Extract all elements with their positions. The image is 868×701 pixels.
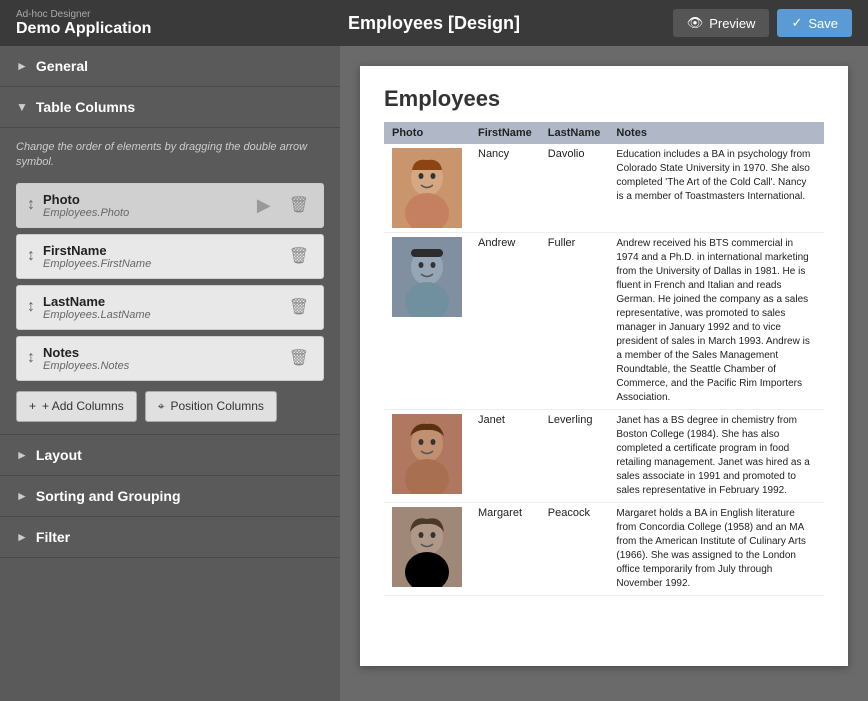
table-row: NancyDavolioEducation includes a BA in p…	[384, 144, 824, 233]
app-subtitle: Ad-hoc Designer	[16, 9, 151, 20]
column-source-notes: Employees.Notes	[43, 360, 277, 372]
chevron-down-icon: ▼	[16, 100, 28, 114]
main-layout: ► General ▼ Table Columns Change the ord…	[0, 46, 868, 701]
top-bar-actions: 👁 Preview ✓ Save	[673, 9, 852, 37]
page-title: Employees [Design]	[348, 13, 520, 34]
column-name-lastname: LastName	[43, 294, 277, 309]
sidebar-item-layout[interactable]: ► Layout	[0, 435, 340, 476]
sidebar-item-filter[interactable]: ► Filter	[0, 517, 340, 558]
drag-hint: Change the order of elements by dragging…	[16, 140, 324, 171]
report-table: Photo FirstName LastName Notes NancyDavo…	[384, 122, 824, 596]
plus-icon: +	[29, 399, 36, 413]
save-button[interactable]: ✓ Save	[777, 9, 852, 37]
delete-notes-button[interactable]: 🗑	[285, 346, 313, 370]
section-actions: + + Add Columns ⌖ Position Columns	[16, 391, 324, 422]
cursor-pointer-icon: ▶	[257, 195, 271, 216]
drag-handle-notes[interactable]: ↕	[27, 349, 35, 367]
sidebar-item-table-columns[interactable]: ▼ Table Columns	[0, 87, 340, 128]
col-header-lastname: LastName	[540, 122, 609, 144]
lastname-cell: Leverling	[540, 410, 609, 503]
sidebar-item-general[interactable]: ► General	[0, 46, 340, 87]
col-header-photo: Photo	[384, 122, 470, 144]
general-label: General	[36, 58, 88, 74]
notes-cell: Janet has a BS degree in chemistry from …	[608, 410, 824, 503]
report-preview: Employees Photo FirstName LastName Notes	[360, 66, 848, 666]
column-info-notes: Notes Employees.Notes	[43, 345, 277, 372]
drag-handle-firstname[interactable]: ↕	[27, 247, 35, 265]
column-row-lastname: ↕ LastName Employees.LastName 🗑	[16, 285, 324, 330]
layout-label: Layout	[36, 447, 82, 463]
chevron-right-icon: ►	[16, 59, 28, 73]
sidebar-item-sorting-grouping[interactable]: ► Sorting and Grouping	[0, 476, 340, 517]
add-columns-button[interactable]: + + Add Columns	[16, 391, 137, 422]
photo-cell	[384, 144, 470, 233]
column-source-firstname: Employees.FirstName	[43, 258, 277, 270]
col-header-firstname: FirstName	[470, 122, 540, 144]
app-title-block: Ad-hoc Designer Demo Application	[16, 9, 151, 38]
lastname-cell: Davolio	[540, 144, 609, 233]
firstname-cell: Janet	[470, 410, 540, 503]
table-columns-label: Table Columns	[36, 99, 135, 115]
column-source-photo: Employees.Photo	[43, 207, 249, 219]
report-title: Employees	[384, 86, 824, 112]
employee-photo	[392, 507, 462, 587]
sorting-grouping-label: Sorting and Grouping	[36, 488, 181, 504]
col-header-notes: Notes	[608, 122, 824, 144]
notes-cell: Andrew received his BTS commercial in 19…	[608, 233, 824, 410]
firstname-cell: Nancy	[470, 144, 540, 233]
table-row: AndrewFullerAndrew received his BTS comm…	[384, 233, 824, 410]
lastname-cell: Peacock	[540, 503, 609, 596]
sidebar: ► General ▼ Table Columns Change the ord…	[0, 46, 340, 701]
app-title: Demo Application	[16, 20, 151, 38]
drag-handle-photo[interactable]: ↕	[27, 196, 35, 214]
employee-photo	[392, 148, 462, 228]
photo-cell	[384, 503, 470, 596]
table-row: JanetLeverlingJanet has a BS degree in c…	[384, 410, 824, 503]
column-info-photo: Photo Employees.Photo	[43, 192, 249, 219]
drag-handle-lastname[interactable]: ↕	[27, 298, 35, 316]
photo-cell	[384, 233, 470, 410]
delete-firstname-button[interactable]: 🗑	[285, 244, 313, 268]
chevron-right-icon-sorting: ►	[16, 489, 28, 503]
column-row-photo: ↕ Photo Employees.Photo ▶ 🗑	[16, 183, 324, 228]
preview-button[interactable]: 👁 Preview	[673, 9, 770, 37]
photo-cell	[384, 410, 470, 503]
column-info-firstname: FirstName Employees.FirstName	[43, 243, 277, 270]
column-name-notes: Notes	[43, 345, 277, 360]
filter-label: Filter	[36, 529, 70, 545]
column-row-firstname: ↕ FirstName Employees.FirstName 🗑	[16, 234, 324, 279]
content-area: Employees Photo FirstName LastName Notes	[340, 46, 868, 701]
position-columns-button[interactable]: ⌖ Position Columns	[145, 391, 277, 422]
chevron-right-icon-filter: ►	[16, 530, 28, 544]
column-info-lastname: LastName Employees.LastName	[43, 294, 277, 321]
table-columns-body: Change the order of elements by dragging…	[0, 128, 340, 435]
firstname-cell: Andrew	[470, 233, 540, 410]
employee-photo	[392, 414, 462, 494]
table-row: MargaretPeacockMargaret holds a BA in En…	[384, 503, 824, 596]
delete-lastname-button[interactable]: 🗑	[285, 295, 313, 319]
chevron-right-icon-layout: ►	[16, 448, 28, 462]
firstname-cell: Margaret	[470, 503, 540, 596]
position-columns-label: Position Columns	[171, 399, 264, 413]
delete-photo-button[interactable]: 🗑	[285, 193, 313, 217]
checkmark-icon: ✓	[791, 15, 802, 31]
add-columns-label: + Add Columns	[42, 399, 124, 413]
employee-photo	[392, 237, 462, 317]
column-source-lastname: Employees.LastName	[43, 309, 277, 321]
lastname-cell: Fuller	[540, 233, 609, 410]
column-row-notes: ↕ Notes Employees.Notes 🗑	[16, 336, 324, 381]
position-icon: ⌖	[158, 399, 165, 414]
notes-cell: Education includes a BA in psychology fr…	[608, 144, 824, 233]
top-bar: Ad-hoc Designer Demo Application Employe…	[0, 0, 868, 46]
column-name-photo: Photo	[43, 192, 249, 207]
notes-cell: Margaret holds a BA in English literatur…	[608, 503, 824, 596]
column-name-firstname: FirstName	[43, 243, 277, 258]
eye-icon: 👁	[687, 15, 704, 31]
